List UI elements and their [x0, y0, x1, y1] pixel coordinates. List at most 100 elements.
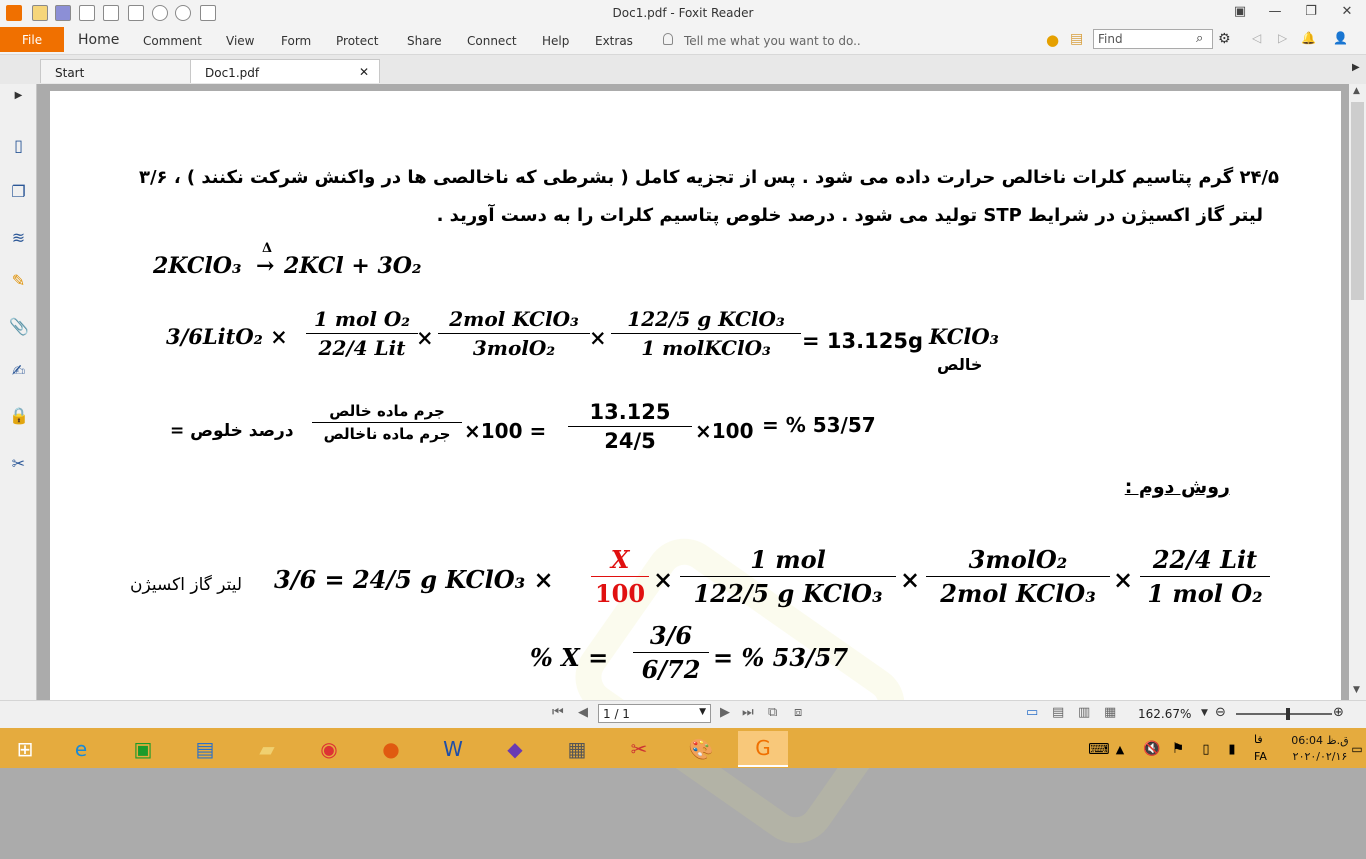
- smile-icon[interactable]: ●: [1046, 31, 1059, 49]
- tab-protect[interactable]: Protect: [336, 34, 378, 48]
- page-number-input[interactable]: 1 / 1 ▼: [598, 704, 711, 723]
- fraction-3: 122/5 g KClO₃ 1 molKClO₃: [611, 307, 801, 360]
- zoom-level[interactable]: 162.67%: [1138, 707, 1191, 721]
- firefox-icon[interactable]: ●: [366, 731, 416, 767]
- scroll-up-icon[interactable]: ▲: [1353, 86, 1360, 96]
- input-language[interactable]: FA: [1254, 750, 1267, 763]
- zoom-dropdown-icon[interactable]: ▼: [1201, 708, 1208, 718]
- extract-page-icon[interactable]: ⧉: [768, 705, 777, 720]
- attachments-icon[interactable]: 📎: [9, 317, 29, 336]
- word-icon[interactable]: W: [428, 731, 478, 767]
- single-page-view-icon[interactable]: ▭: [1026, 705, 1038, 720]
- calc-pure-label: خالص: [937, 355, 983, 374]
- last-page-icon[interactable]: ⏭: [742, 705, 754, 720]
- tab-doc1[interactable]: Doc1.pdf ✕: [190, 59, 380, 83]
- comments-icon[interactable]: ✎: [9, 271, 28, 290]
- close-tab-icon[interactable]: ✕: [359, 65, 369, 79]
- tab-home[interactable]: Home: [78, 32, 119, 48]
- system-clock[interactable]: ق.ظ 06:04 ۲۰۲۰/۰۲/۱۶: [1290, 733, 1350, 765]
- tab-connect[interactable]: Connect: [467, 34, 517, 48]
- previous-page-icon[interactable]: ◀: [578, 705, 588, 720]
- find-input[interactable]: Find: [1093, 29, 1213, 49]
- page-number-value: 1 / 1: [603, 707, 630, 721]
- battery-icon[interactable]: ▯: [1194, 731, 1218, 767]
- bookmark-icon[interactable]: ▯: [9, 136, 28, 155]
- flag-icon[interactable]: ⚑: [1166, 731, 1190, 767]
- tab-start[interactable]: Start: [40, 59, 192, 83]
- chrome-icon[interactable]: ◉: [304, 731, 354, 767]
- ribbon-display-icon[interactable]: ▣: [1220, 4, 1260, 19]
- purity-value-denominator: 24/5: [604, 429, 656, 453]
- tab-form[interactable]: Form: [281, 34, 311, 48]
- facing-view-icon[interactable]: ▥: [1078, 705, 1090, 720]
- snipping-tool-icon[interactable]: ✂: [614, 731, 664, 767]
- volume-icon[interactable]: 🔇: [1140, 731, 1164, 767]
- signature-icon[interactable]: ✍: [9, 361, 28, 380]
- method-2-fraction-4: 22/4 Lit 1 mol O₂: [1140, 545, 1270, 608]
- calc-unit: g: [908, 329, 924, 353]
- scrollbar-thumb[interactable]: [1351, 102, 1364, 300]
- tab-comment[interactable]: Comment: [143, 34, 202, 48]
- security-lock-icon[interactable]: 🔒: [9, 406, 29, 425]
- tab-view[interactable]: View: [226, 34, 254, 48]
- next-page-icon[interactable]: ▶: [720, 705, 730, 720]
- zoom-out-icon[interactable]: ⊖: [1215, 705, 1226, 720]
- content-tool-icon[interactable]: ✂: [9, 454, 28, 473]
- title-bar: Doc1.pdf - Foxit Reader ▣ — ❐ ✕: [0, 0, 1366, 27]
- page-dropdown-icon[interactable]: ▼: [699, 707, 706, 717]
- network-icon[interactable]: ▮: [1220, 731, 1244, 767]
- file-explorer-icon[interactable]: ▰: [242, 731, 292, 767]
- calc-result: = 13.125: [802, 329, 908, 353]
- notification-bell-icon[interactable]: 🔔: [1301, 31, 1316, 45]
- purity-result: = % 53/57: [762, 413, 876, 437]
- close-button[interactable]: ✕: [1327, 4, 1366, 19]
- show-hidden-icons[interactable]: ▲: [1110, 731, 1130, 767]
- continuous-facing-view-icon[interactable]: ▦: [1104, 705, 1116, 720]
- minimize-button[interactable]: —: [1255, 4, 1295, 19]
- file-menu-button[interactable]: File: [0, 27, 64, 52]
- folder-search-icon[interactable]: ▤: [1070, 31, 1083, 47]
- search-icon[interactable]: ⌕: [1196, 31, 1203, 46]
- internet-explorer-icon[interactable]: e: [56, 731, 106, 767]
- user-account-icon[interactable]: 👤: [1333, 31, 1348, 45]
- problem-line-1: ۲۴/۵ گرم پتاسیم کلرات ناخالص حرارت داده …: [139, 167, 1279, 188]
- purity-value-numerator: 13.125: [568, 400, 692, 427]
- previous-result-icon[interactable]: ◁: [1252, 31, 1261, 45]
- input-language-indicator[interactable]: فا: [1254, 733, 1263, 746]
- tab-extras[interactable]: Extras: [595, 34, 633, 48]
- store-icon[interactable]: ▣: [118, 731, 168, 767]
- notifications-icon[interactable]: ▭: [1348, 731, 1366, 767]
- maximize-button[interactable]: ❐: [1291, 4, 1331, 19]
- control-panel-icon[interactable]: ▤: [180, 731, 230, 767]
- zoom-in-icon[interactable]: ⊕: [1333, 705, 1344, 720]
- scroll-down-icon[interactable]: ▼: [1353, 685, 1360, 695]
- method-2-fraction-3: 3molO₂ 2mol KClO₃: [926, 545, 1110, 608]
- settings-gear-icon[interactable]: ⚙: [1218, 31, 1231, 47]
- tab-scroll-right-icon[interactable]: ▶: [1352, 62, 1360, 73]
- pages-icon[interactable]: ❐: [9, 182, 28, 201]
- purity-fraction-denominator: جرم ماده ناخالص: [323, 425, 451, 443]
- method-2-f3-denominator: 2mol KClO₃: [940, 579, 1096, 608]
- zoom-slider-handle[interactable]: [1286, 708, 1290, 720]
- foxit-taskbar-icon[interactable]: G: [738, 731, 788, 767]
- tab-help[interactable]: Help: [542, 34, 569, 48]
- visual-studio-icon[interactable]: ◆: [490, 731, 540, 767]
- reaction-reactant: 2KClO₃: [153, 253, 242, 279]
- continuous-view-icon[interactable]: ▤: [1052, 705, 1064, 720]
- tab-share[interactable]: Share: [407, 34, 442, 48]
- next-result-icon[interactable]: ▷: [1278, 31, 1287, 45]
- zoom-slider[interactable]: [1236, 713, 1332, 715]
- calculator-icon[interactable]: ▦: [552, 731, 602, 767]
- tell-me-search[interactable]: Tell me what you want to do..: [684, 34, 861, 48]
- problem-line-2: لیتر گاز اکسیژن در شرایط STP تولید می شو…: [436, 205, 1263, 226]
- method-2-fraction-1: X 100: [591, 545, 649, 608]
- first-page-icon[interactable]: ⏮: [552, 705, 564, 720]
- times-1: ×: [416, 325, 434, 350]
- start-button-icon[interactable]: ⊞: [0, 731, 50, 767]
- method-2-f2-numerator: 1 mol: [680, 545, 896, 577]
- expand-panel-icon[interactable]: ▶: [9, 90, 28, 109]
- view-mode-icon[interactable]: ⧈: [794, 705, 802, 720]
- paint-icon[interactable]: 🎨: [676, 731, 726, 767]
- layers-icon[interactable]: ≋: [9, 228, 28, 247]
- fraction-3-numerator: 122/5 g KClO₃: [611, 307, 801, 334]
